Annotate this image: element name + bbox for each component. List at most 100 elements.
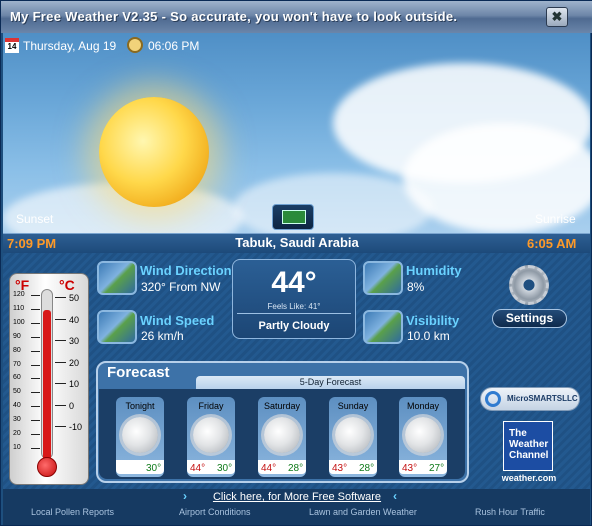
fahrenheit-tick: 90 [13, 332, 21, 340]
fahrenheit-tick: 80 [13, 346, 21, 354]
airport-conditions-link[interactable]: Airport Conditions [179, 507, 251, 517]
fahrenheit-tick: 50 [13, 388, 21, 396]
title-bar[interactable]: My Free Weather V2.35 - So accurate, you… [1, 1, 592, 33]
gear-icon[interactable] [509, 265, 549, 305]
sky-scene [3, 33, 590, 233]
forecast-low: 27° [429, 463, 445, 474]
forecast-day-name: Friday [198, 401, 224, 411]
fahrenheit-tick-line [31, 308, 40, 310]
fahrenheit-tick: 30 [13, 416, 21, 424]
celsius-tick-line [55, 404, 66, 406]
thermometer-mercury [43, 309, 51, 463]
wind-speed-icon [97, 310, 137, 344]
visibility-value: 10.0 km [407, 329, 450, 343]
forecast-day-name: Monday [406, 401, 440, 411]
celsius-tick-line [55, 297, 66, 298]
forecast-high: 43° [402, 463, 418, 474]
window-title: My Free Weather V2.35 - So accurate, you… [10, 9, 458, 24]
clock-icon [127, 37, 143, 53]
fahrenheit-tick-line [31, 406, 40, 408]
condition-text: Partly Cloudy [258, 320, 330, 332]
pollen-reports-link[interactable]: Local Pollen Reports [31, 507, 114, 517]
arrow-left-icon: ‹ [393, 489, 397, 503]
fahrenheit-tick: 120 [13, 291, 25, 298]
forecast-day-name: Saturday [263, 401, 301, 411]
humidity-value: 8% [407, 280, 425, 294]
sunny-icon [405, 417, 441, 453]
fahrenheit-tick-line [31, 434, 40, 435]
wind-direction-label: Wind Direction [140, 263, 232, 278]
forecast-day-name: Sunday [337, 401, 369, 411]
twc-line: Weather [509, 439, 549, 450]
rush-hour-traffic-link[interactable]: Rush Hour Traffic [475, 507, 545, 517]
fahrenheit-tick-line [31, 364, 40, 366]
calendar-icon: 14 [5, 38, 19, 53]
fahrenheit-tick: 40 [13, 402, 21, 410]
close-button[interactable]: ✖ [546, 7, 568, 27]
weather-app-window: My Free Weather V2.35 - So accurate, you… [0, 0, 592, 526]
celsius-tick-line [55, 340, 66, 341]
celsius-tick: 50 [69, 293, 80, 303]
more-software-link[interactable]: Click here, for More Free Software [1, 491, 592, 503]
microsmarts-mark-icon [485, 391, 501, 407]
celsius-tick: 30 [69, 336, 80, 346]
wind-direction-icon [97, 261, 137, 295]
sunrise-label: Sunrise [535, 212, 576, 226]
fahrenheit-tick-line [31, 392, 40, 394]
sun-icon [99, 97, 209, 207]
forecast-title: Forecast [107, 364, 170, 381]
celsius-tick: 20 [69, 357, 80, 368]
celsius-tick: 10 [69, 379, 80, 389]
sunset-label: Sunset [16, 212, 54, 226]
twc-line: Channel [509, 450, 549, 461]
sunny-icon [193, 417, 229, 453]
celsius-tick-line [55, 383, 66, 384]
celsius-tick: -10 [69, 422, 83, 432]
humidity-icon [363, 261, 403, 295]
thermometer-bulb [37, 457, 57, 477]
current-date: Thursday, Aug 19 [23, 39, 117, 53]
wind-speed-label: Wind Speed [140, 313, 215, 328]
celsius-label: °C [59, 277, 75, 293]
forecast-low: 30° [217, 463, 233, 474]
lawn-garden-link[interactable]: Lawn and Garden Weather [309, 507, 417, 517]
location-name: Tabuk, Saudi Arabia [235, 235, 359, 250]
weather-com-link[interactable]: weather.com [498, 473, 560, 483]
celsius-tick-line [55, 361, 66, 363]
visibility-label: Visibility [406, 313, 460, 328]
sunrise-time: 6:05 AM [527, 236, 577, 251]
visibility-icon [363, 310, 403, 344]
forecast-subtitle: 5-Day Forecast [196, 376, 465, 389]
twc-line: The [509, 428, 527, 439]
fahrenheit-tick-line [31, 378, 40, 380]
celsius-tick-line [55, 426, 66, 427]
wind-speed-value: 26 km/h [141, 329, 184, 343]
feels-like: Feels Like: 41° [267, 302, 321, 311]
wind-direction-value: 320° From NW [141, 280, 221, 294]
forecast-high: 43° [332, 463, 348, 474]
weather-channel-logo[interactable]: The Weather Channel [503, 421, 553, 471]
celsius-tick-line [55, 318, 66, 320]
fahrenheit-tick-line [31, 322, 40, 324]
fahrenheit-tick: 10 [13, 443, 21, 451]
settings-button[interactable]: Settings [492, 309, 567, 328]
country-flag-icon[interactable] [272, 204, 314, 230]
celsius-tick: 0 [69, 400, 75, 411]
humidity-label: Humidity [406, 263, 462, 278]
fahrenheit-tick-line [31, 350, 40, 352]
fahrenheit-tick-line [31, 336, 40, 338]
fahrenheit-tick: 20 [13, 430, 21, 437]
fahrenheit-tick: 60 [13, 374, 21, 382]
forecast-day-name: Tonight [125, 401, 155, 411]
sunny-icon [264, 417, 300, 453]
fahrenheit-tick-line [31, 420, 40, 422]
forecast-low: 30° [146, 463, 162, 474]
forecast-low: 28° [359, 463, 375, 474]
fahrenheit-tick-line [31, 295, 40, 296]
fahrenheit-tick: 70 [13, 360, 21, 368]
sunny-icon [122, 417, 158, 453]
current-time: 06:06 PM [148, 39, 200, 53]
forecast-high: 44° [261, 463, 277, 474]
fahrenheit-tick: 110 [13, 304, 25, 312]
forecast-high: 44° [190, 463, 206, 474]
